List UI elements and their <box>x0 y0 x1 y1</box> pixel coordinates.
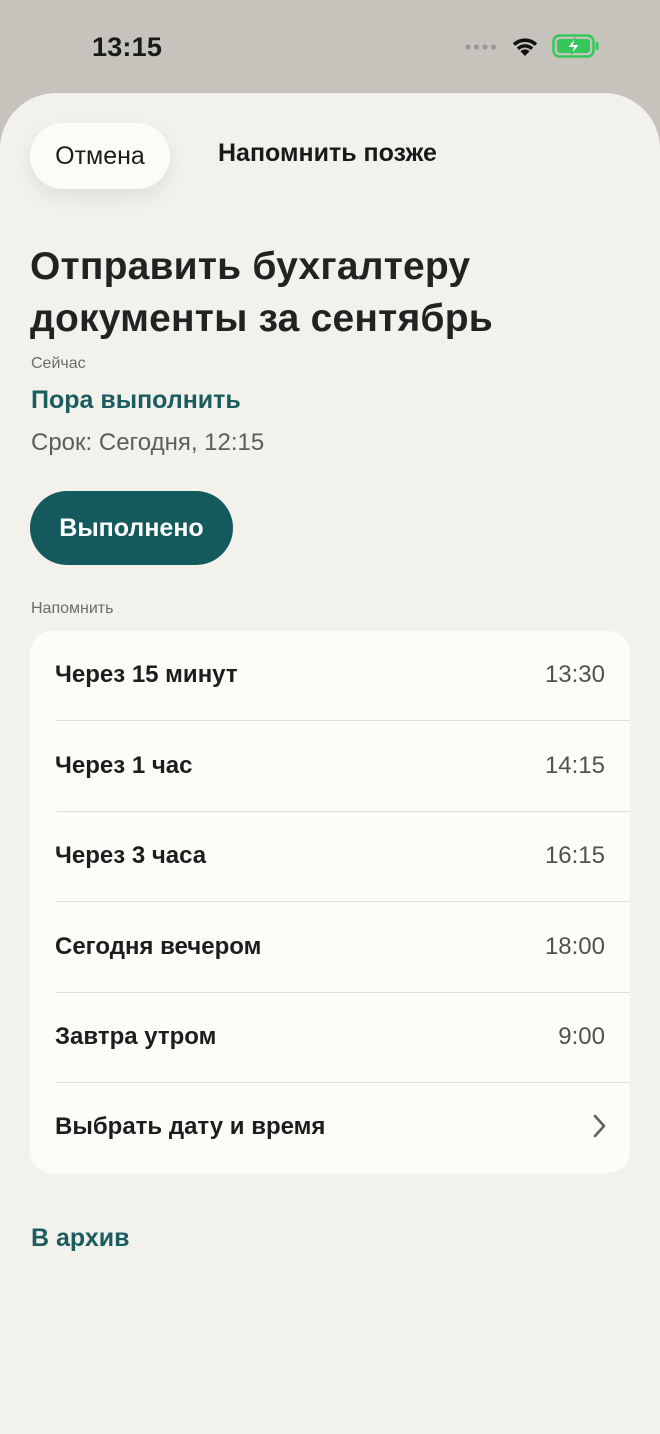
task-title: Отправить бухгалтеру документы за сентяб… <box>30 245 493 340</box>
remind-option-label: Сегодня вечером <box>55 933 262 960</box>
remind-options-list: Через 15 минут 13:30 Через 1 час 14:15 Ч… <box>30 631 630 1173</box>
remind-option-time: 14:15 <box>544 752 605 779</box>
task-status: Пора выполнить <box>31 386 241 414</box>
status-bar: 13:15 <box>0 0 660 96</box>
done-button[interactable]: Выполнено <box>30 491 233 565</box>
remind-option-time: 9:00 <box>558 1023 605 1050</box>
remind-option-15-minutes[interactable]: Через 15 минут 13:30 <box>30 631 630 721</box>
due-date: Срок: Сегодня, 12:15 <box>31 429 265 456</box>
status-icons <box>464 34 600 58</box>
now-label: Сейчас <box>31 355 86 372</box>
remind-option-tomorrow-morning[interactable]: Завтра утром 9:00 <box>30 993 630 1083</box>
cancel-button[interactable]: Отмена <box>30 123 170 189</box>
remind-option-label: Через 15 минут <box>55 661 238 688</box>
status-time: 13:15 <box>92 32 163 62</box>
remind-option-time: 18:00 <box>544 933 605 960</box>
remind-option-label: Через 1 час <box>55 752 193 779</box>
remind-option-pick-date-time[interactable]: Выбрать дату и время <box>30 1083 630 1173</box>
sheet-title: Напомнить позже <box>218 139 437 167</box>
remind-option-this-evening[interactable]: Сегодня вечером 18:00 <box>30 903 630 993</box>
remind-section-label: Напомнить <box>31 600 114 617</box>
archive-button[interactable]: В архив <box>31 1224 130 1253</box>
remind-option-time: 16:15 <box>544 842 605 869</box>
remind-option-label: Через 3 часа <box>55 842 207 869</box>
divider <box>55 720 630 721</box>
chevron-right-icon <box>593 1114 606 1138</box>
reminder-sheet: Отмена Напомнить позже Отправить бухгалт… <box>0 93 660 1434</box>
divider <box>55 901 630 902</box>
remind-option-1-hour[interactable]: Через 1 час 14:15 <box>30 722 630 812</box>
remind-option-label: Завтра утром <box>55 1023 217 1050</box>
remind-option-time: 13:30 <box>544 661 605 688</box>
remind-option-label: Выбрать дату и время <box>55 1113 326 1140</box>
remind-option-3-hours[interactable]: Через 3 часа 16:15 <box>30 812 630 902</box>
cellular-signal-icon <box>465 44 497 50</box>
wifi-icon <box>512 38 538 56</box>
battery-charging-icon <box>552 34 599 58</box>
